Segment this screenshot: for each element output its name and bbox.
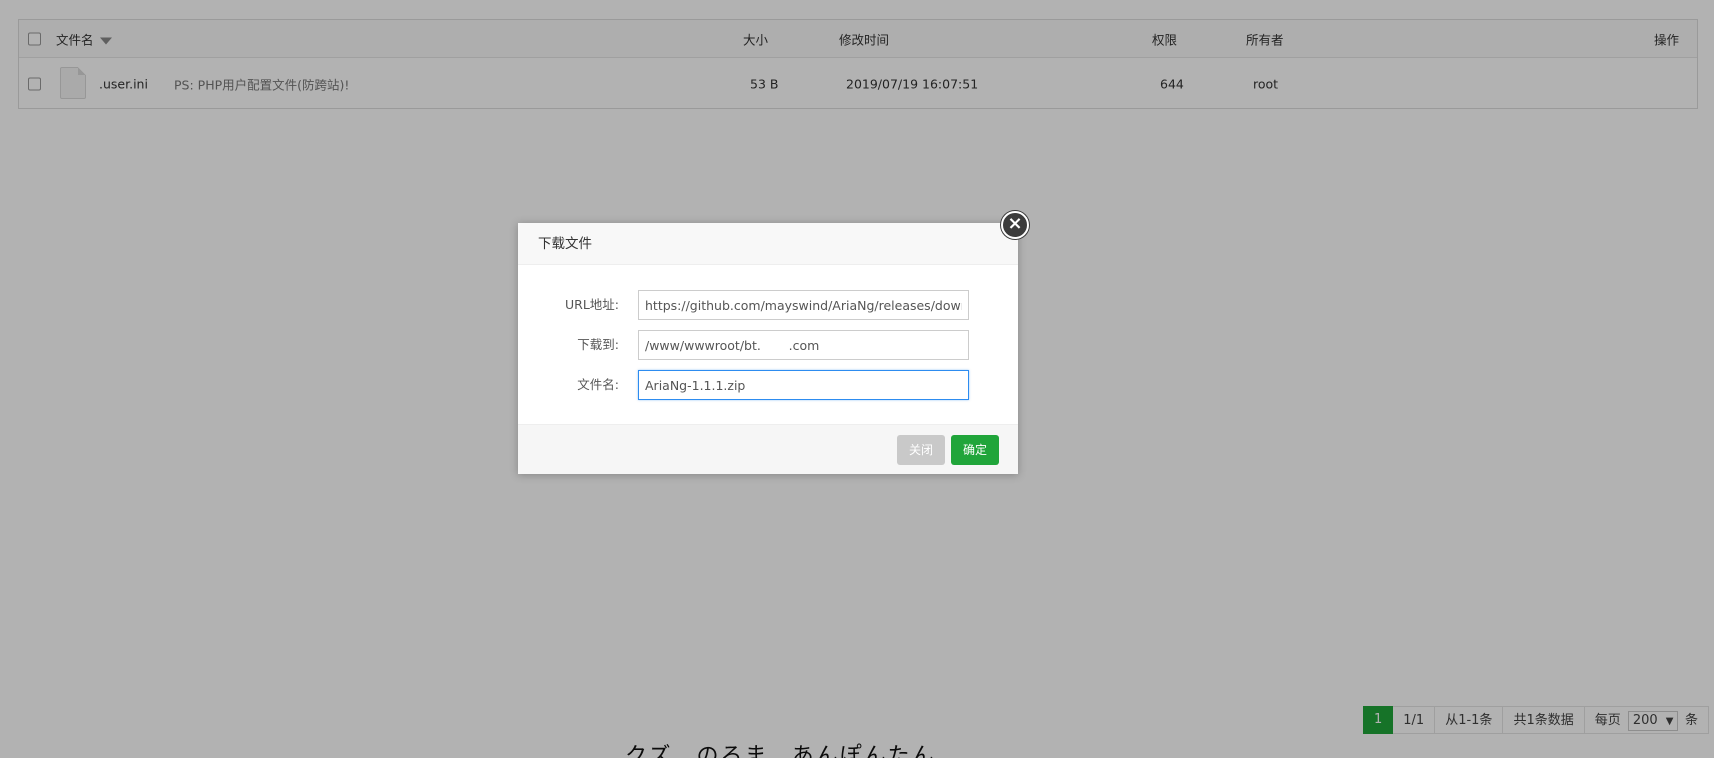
url-input[interactable] [638,290,969,320]
dest-label: 下载到: [577,337,619,352]
filename-label: 文件名: [577,377,619,392]
filename-row: 文件名: [518,370,1018,400]
download-dialog: 下载文件 × URL地址: 下载到: 文件名: 关闭 确定 [518,211,1029,474]
confirm-button[interactable]: 确定 [950,435,999,465]
close-icon[interactable]: × [1001,211,1029,239]
filename-input[interactable] [638,370,969,400]
close-button[interactable]: 关闭 [896,435,945,465]
url-label: URL地址: [564,297,619,312]
dest-row: 下载到: [518,330,1018,360]
url-row: URL地址: [518,290,1018,320]
dialog-title: 下载文件 [518,223,1018,265]
dialog-footer: 关闭 确定 [518,424,1018,474]
dest-path-input[interactable] [638,330,969,360]
